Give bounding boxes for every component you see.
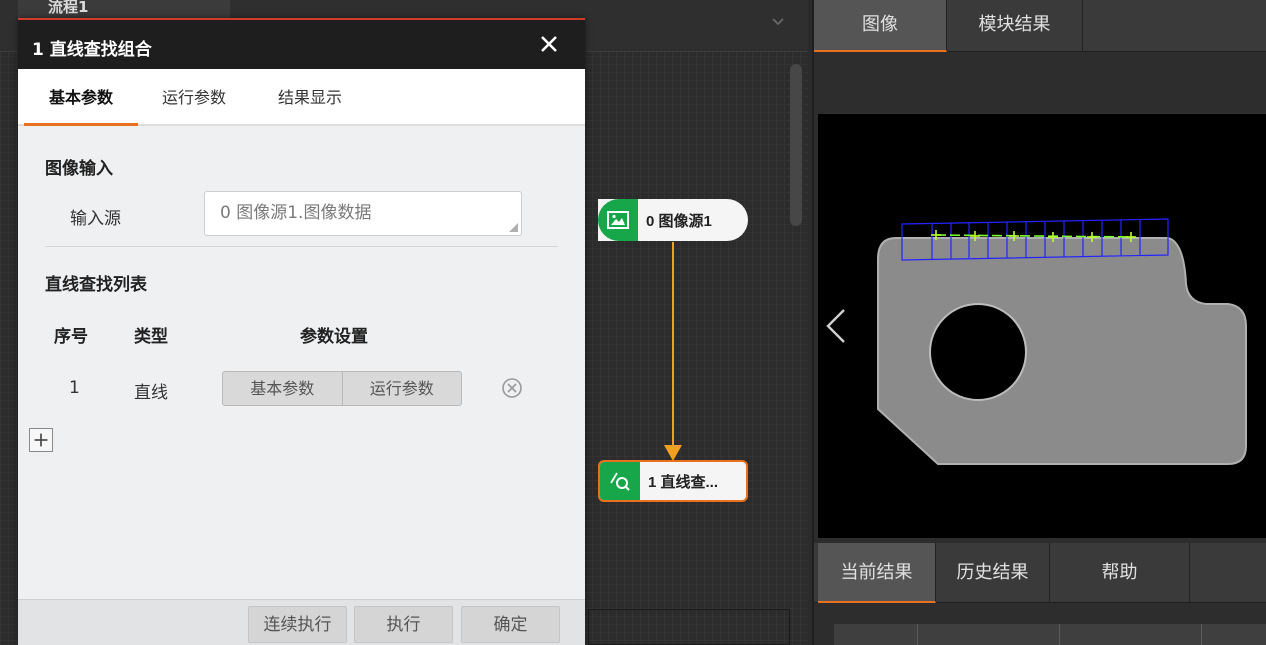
flow-connector-arrow	[664, 242, 682, 461]
row-type: 直线	[134, 383, 168, 403]
tab-basic-params[interactable]: 基本参数	[24, 69, 138, 126]
result-table-column	[1202, 624, 1266, 645]
row-param-buttons: 基本参数 运行参数	[222, 371, 462, 406]
input-source-field[interactable]: 0 图像源1.图像数据	[204, 191, 522, 236]
section-line-list: 直线查找列表	[45, 275, 147, 295]
result-table-column	[834, 624, 918, 645]
tab-run-params[interactable]: 运行参数	[148, 69, 240, 126]
tab-flow1-label: 流程1	[48, 0, 89, 16]
flow-node-label: 0 图像源1	[646, 212, 712, 230]
add-row-icon[interactable]	[29, 428, 53, 452]
column-header-no: 序号	[54, 327, 88, 347]
dialog-title: 1 直线查找组合	[32, 40, 152, 60]
dialog-tabs: 基本参数 运行参数 结果显示	[18, 69, 585, 126]
section-image-input: 图像输入	[45, 159, 113, 179]
tab-current-result[interactable]: 当前结果	[818, 543, 936, 603]
chevron-left-icon[interactable]	[826, 309, 845, 343]
dialog-title-bar[interactable]: 1 直线查找组合	[18, 18, 585, 69]
tab-image[interactable]: 图像	[814, 0, 947, 52]
row-run-params-button[interactable]: 运行参数	[343, 372, 462, 405]
tab-module-result[interactable]: 模块结果	[947, 0, 1083, 52]
column-header-params: 参数设置	[300, 327, 368, 347]
line-find-dialog: 1 直线查找组合 基本参数 运行参数 结果显示 图像输入 输入源 0 图像源1.…	[18, 18, 585, 645]
dropdown-corner-icon	[509, 223, 518, 232]
workspace-scrollbar[interactable]	[790, 64, 802, 226]
flow-node-image-source[interactable]: 0 图像源1	[598, 199, 748, 241]
find-line-icon	[600, 462, 640, 500]
tab-help[interactable]: 帮助	[1050, 543, 1190, 603]
image-panel-tabs: 图像 模块结果	[814, 0, 1266, 52]
tab-history-result[interactable]: 历史结果	[936, 543, 1050, 603]
close-icon[interactable]	[538, 33, 560, 55]
flow-node-label: 1 直线查...	[648, 473, 719, 491]
column-header-type: 类型	[134, 327, 168, 347]
input-source-value: 0 图像源1.图像数据	[220, 203, 372, 223]
result-panel: 图像 模块结果 当前结果 历史结果 帮助	[812, 0, 1266, 645]
row-basic-params-button[interactable]: 基本参数	[223, 372, 343, 405]
image-viewer[interactable]	[818, 114, 1266, 538]
flow-node-line-find[interactable]: 1 直线查...	[598, 460, 748, 502]
dialog-footer: 连续执行 执行 确定	[18, 599, 585, 645]
input-source-label: 输入源	[70, 209, 121, 229]
row-no: 1	[69, 378, 80, 398]
run-button[interactable]: 执行	[354, 606, 453, 643]
divider	[45, 246, 558, 247]
continuous-run-button[interactable]: 连续执行	[248, 606, 347, 643]
tab-result-display[interactable]: 结果显示	[262, 69, 358, 126]
result-table-column	[1060, 624, 1202, 645]
workspace-minimap	[588, 609, 790, 645]
result-tabs: 当前结果 历史结果 帮助	[814, 543, 1266, 603]
chevron-down-icon[interactable]	[770, 14, 786, 30]
image-icon	[598, 199, 638, 241]
result-table-column	[918, 624, 1060, 645]
part-image	[826, 218, 1247, 465]
confirm-button[interactable]: 确定	[461, 606, 560, 643]
result-table-header	[834, 624, 1266, 645]
tab-flow1[interactable]: 流程1	[18, 0, 230, 20]
remove-row-icon[interactable]	[500, 376, 524, 400]
